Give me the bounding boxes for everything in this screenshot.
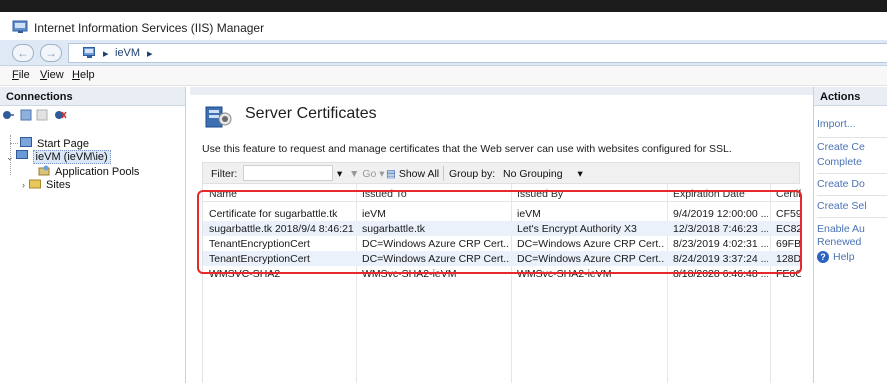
breadcrumb-separator: ▸ xyxy=(147,48,153,60)
action-create-domain-certificate[interactable]: Create Do xyxy=(817,178,865,191)
action-help[interactable]: ? Help xyxy=(817,251,855,263)
tree-item-server[interactable]: ⌄ ieVM (ieVM\ie) xyxy=(6,150,111,164)
server-certificates-panel: Server Certificates Use this feature to … xyxy=(190,87,813,383)
server-icon xyxy=(83,47,95,58)
up-icon[interactable] xyxy=(36,109,49,121)
disconnect-icon[interactable] xyxy=(54,109,67,121)
table-header: Name Issued To Issued By Expiration Date… xyxy=(203,184,801,202)
breadcrumb-server[interactable]: ieVM xyxy=(115,47,140,59)
tree-guide-line xyxy=(10,143,18,144)
action-divider xyxy=(817,173,887,174)
server-icon xyxy=(15,150,28,159)
toolbar-divider xyxy=(443,166,444,181)
action-enable-automatic-rebind-continued[interactable]: Renewed xyxy=(817,236,861,249)
expand-chevron-icon[interactable]: › xyxy=(22,180,25,190)
table-row[interactable]: Certificate for sugarbattle.tk ieVM ieVM… xyxy=(203,206,801,221)
certificates-table: Name Issued To Issued By Expiration Date… xyxy=(202,184,801,383)
action-divider xyxy=(817,195,887,196)
action-divider xyxy=(817,137,887,138)
back-button[interactable]: ← xyxy=(12,44,34,62)
funnel-icon: ▼ xyxy=(349,168,360,180)
column-header-issued-to[interactable]: Issued To xyxy=(362,188,407,200)
actions-pane: Actions Import... Create Ce Complete Cre… xyxy=(813,87,887,383)
column-header-certificate-hash[interactable]: Certif xyxy=(776,188,801,200)
connections-pane: Connections Start Page ⌄ ieVM (ieVM\ie) A… xyxy=(0,87,186,383)
address-path[interactable]: ▸ ieVM ▸ xyxy=(68,43,887,63)
filter-input[interactable] xyxy=(243,165,333,181)
column-header-issued-by[interactable]: Issued By xyxy=(517,188,563,200)
menu-file[interactable]: File xyxy=(12,69,30,81)
table-row[interactable]: TenantEncryptionCert DC=Windows Azure CR… xyxy=(203,236,801,251)
start-page-icon xyxy=(20,137,32,147)
show-all-button[interactable]: ▤ Show All xyxy=(386,168,439,180)
filter-label: Filter: xyxy=(211,168,238,180)
action-complete-certificate-request[interactable]: Complete xyxy=(817,156,862,169)
group-by-label: Group by: xyxy=(449,168,496,180)
breadcrumb-separator: ▸ xyxy=(103,48,109,60)
tree-item-start-page[interactable]: Start Page xyxy=(20,137,89,150)
server-certificates-icon xyxy=(205,106,232,128)
panel-top-band xyxy=(190,87,813,95)
forward-button[interactable]: → xyxy=(40,44,62,62)
connect-icon[interactable] xyxy=(2,109,15,121)
table-row[interactable]: TenantEncryptionCert DC=Windows Azure CR… xyxy=(203,251,801,266)
tree-item-sites[interactable]: › Sites xyxy=(22,178,70,191)
connections-header: Connections xyxy=(0,87,185,106)
menu-help[interactable]: Help xyxy=(72,69,95,81)
sites-folder-icon xyxy=(29,179,41,189)
column-header-name[interactable]: Name xyxy=(209,188,237,200)
action-enable-automatic-rebind[interactable]: Enable Au xyxy=(817,223,865,236)
show-all-icon: ▤ xyxy=(386,168,396,180)
window-title: Internet Information Services (IIS) Mana… xyxy=(34,21,265,35)
connections-toolbar xyxy=(0,106,185,124)
collapse-chevron-icon[interactable]: ⌄ xyxy=(6,152,14,162)
go-button[interactable]: ▼ Go ▾ xyxy=(349,168,385,180)
action-import[interactable]: Import... xyxy=(817,118,856,131)
table-row[interactable]: WMSVC-SHA2 WMSvc-SHA2-ieVM WMSvc-SHA2-ie… xyxy=(203,266,801,281)
iis-manager-icon xyxy=(12,20,28,33)
menu-view[interactable]: View xyxy=(40,69,64,81)
save-icon[interactable] xyxy=(20,109,33,121)
page-title: Server Certificates xyxy=(245,105,377,122)
action-create-certificate-request[interactable]: Create Ce xyxy=(817,141,865,154)
feature-description: Use this feature to request and manage c… xyxy=(202,143,732,155)
window-titlebar: Internet Information Services (IIS) Mana… xyxy=(0,0,887,40)
action-divider xyxy=(817,217,887,218)
menu-bar: File View Help xyxy=(0,66,887,86)
address-bar: ← → ▸ ieVM ▸ xyxy=(0,40,887,66)
group-by-select[interactable]: No Grouping ▾ xyxy=(503,168,583,180)
tree-item-application-pools[interactable]: Application Pools xyxy=(38,165,139,178)
filter-toolbar: Filter: ▾ ▼ Go ▾ ▤ Show All Group by: No… xyxy=(202,162,800,184)
column-header-expiration-date[interactable]: Expiration Date xyxy=(673,188,745,200)
application-pools-icon xyxy=(38,165,50,176)
actions-header: Actions xyxy=(814,87,887,106)
action-create-self-signed-certificate[interactable]: Create Sel xyxy=(817,200,867,213)
table-row[interactable]: sugarbattle.tk 2018/9/4 8:46:21... sugar… xyxy=(203,221,801,236)
chevron-down-icon: ▾ xyxy=(577,168,583,180)
help-icon: ? xyxy=(817,251,829,263)
filter-dropdown-chevron-icon[interactable]: ▾ xyxy=(337,168,342,180)
